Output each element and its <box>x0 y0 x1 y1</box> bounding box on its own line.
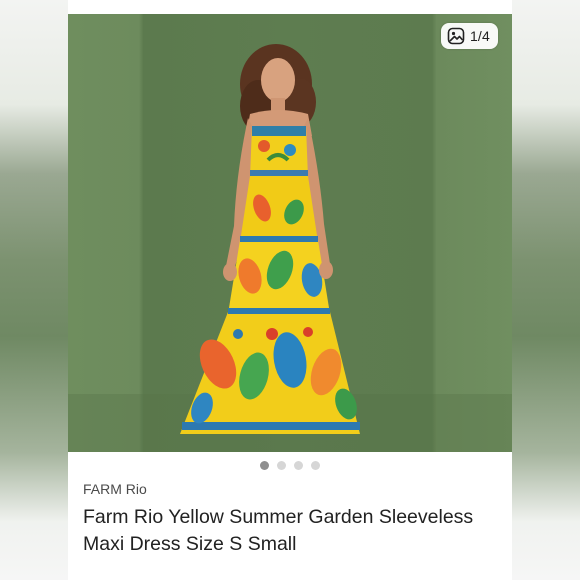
pagination-dot-1[interactable] <box>260 461 269 470</box>
image-counter-text: 1/4 <box>469 28 490 44</box>
top-strip <box>68 0 512 14</box>
pagination-dot-3[interactable] <box>294 461 303 470</box>
right-blurred-backdrop <box>512 0 580 580</box>
listing-title: Farm Rio Yellow Summer Garden Sleeveless… <box>83 506 474 555</box>
gallery-pagination <box>68 461 512 470</box>
pagination-dot-2[interactable] <box>277 461 286 470</box>
product-photo[interactable]: 1/4 <box>68 14 512 452</box>
left-blurred-backdrop <box>0 0 68 580</box>
dress-illustration <box>68 44 512 452</box>
pagination-dot-4[interactable] <box>311 461 320 470</box>
listing-card: 1/4 FARM Rio Farm Rio Yellow Summer Gard… <box>68 0 512 580</box>
image-gallery-icon <box>447 27 465 45</box>
brand-link[interactable]: FARM Rio <box>83 481 147 497</box>
image-counter-badge: 1/4 <box>440 23 498 49</box>
